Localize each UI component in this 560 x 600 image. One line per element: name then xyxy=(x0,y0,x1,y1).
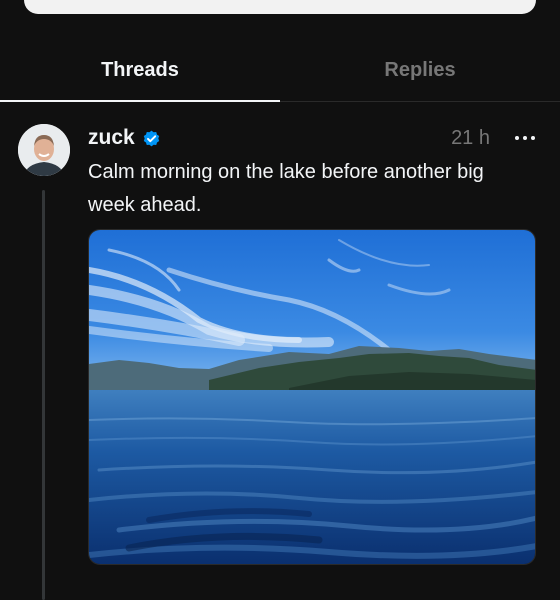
avatar[interactable] xyxy=(18,124,70,176)
active-tab-indicator xyxy=(0,100,280,102)
tab-replies[interactable]: Replies xyxy=(280,40,560,100)
thread-line xyxy=(42,190,45,600)
post-image[interactable] xyxy=(88,229,536,565)
username[interactable]: zuck xyxy=(88,126,135,150)
post-caption: Calm morning on the lake before another … xyxy=(88,161,484,216)
edit-profile-card[interactable] xyxy=(24,0,536,14)
next-post-peek xyxy=(88,590,238,600)
more-horizontal-icon[interactable] xyxy=(510,124,540,152)
tab-threads[interactable]: Threads xyxy=(0,40,280,100)
threads-profile-page: Threads Replies zuck 21 h Calm morning o… xyxy=(0,0,560,600)
post-timestamp: 21 h xyxy=(451,127,490,149)
profile-tabs: Threads Replies xyxy=(0,40,560,102)
post-header: zuck xyxy=(88,124,162,152)
verified-badge-icon xyxy=(141,128,162,149)
